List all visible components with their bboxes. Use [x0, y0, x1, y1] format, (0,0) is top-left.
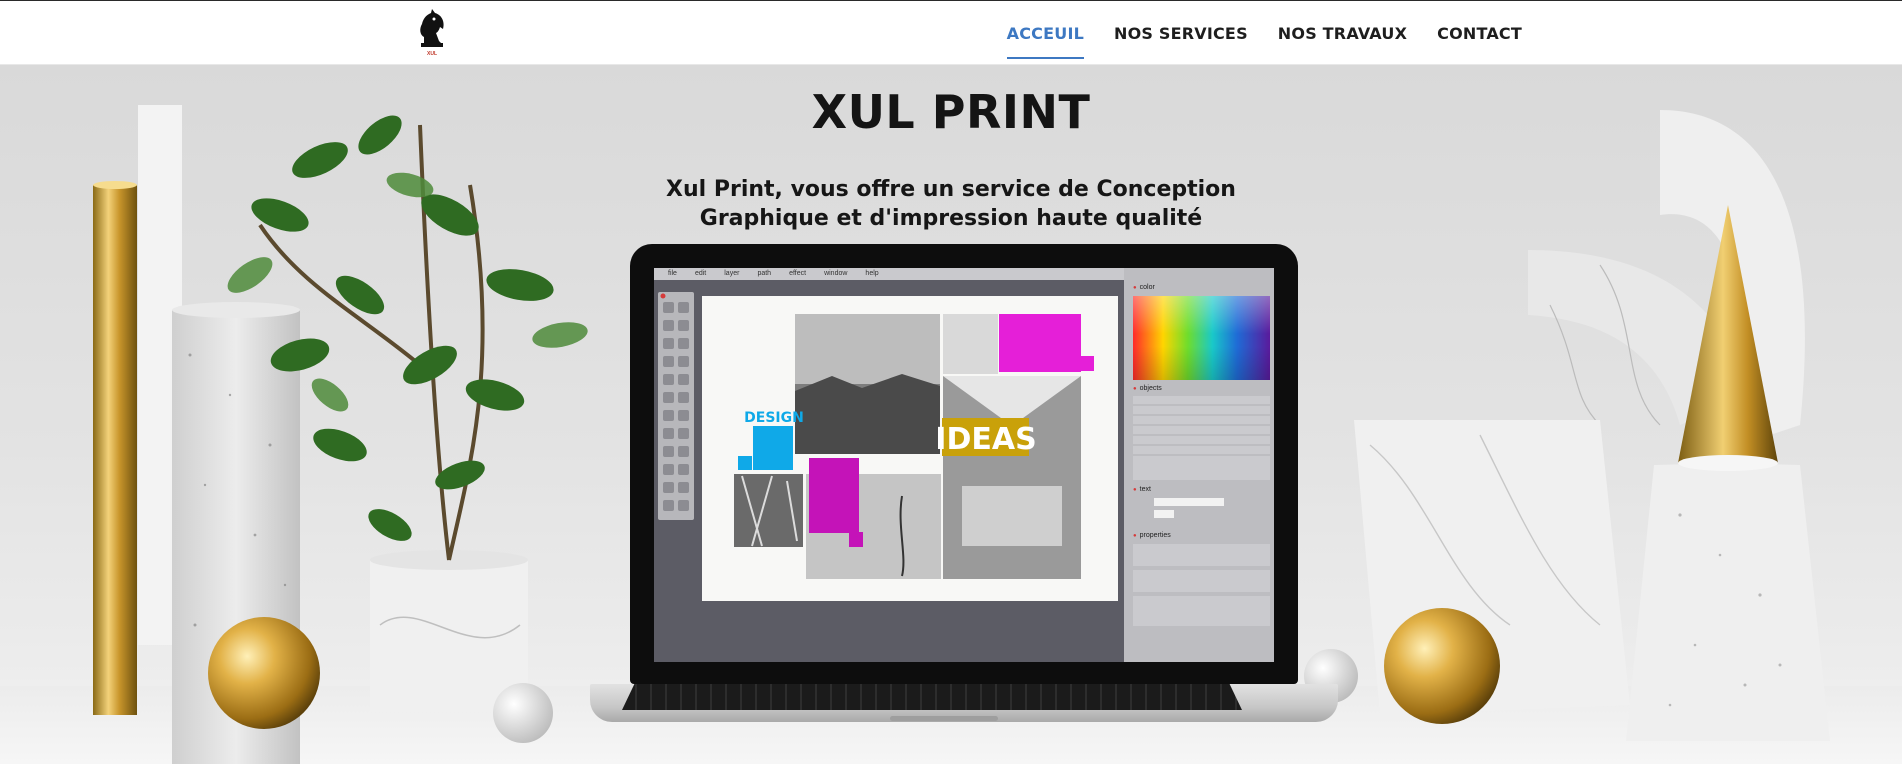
- panel-row: [1133, 416, 1270, 424]
- left-decor-illustration: [93, 105, 588, 764]
- panel-row: [1133, 570, 1270, 592]
- design-canvas: IDEAS DESIGN: [702, 296, 1118, 601]
- nav-link-nos-travaux[interactable]: NOS TRAVAUX: [1278, 20, 1407, 47]
- nav-link-nos-services[interactable]: NOS SERVICES: [1114, 20, 1248, 47]
- svg-text:XUL: XUL: [427, 51, 437, 57]
- collage-artwork: IDEAS DESIGN: [734, 314, 1094, 579]
- panel-row: [1133, 426, 1270, 434]
- hero-subtitle-line-2: Graphique et d'impression haute qualité: [699, 206, 1203, 231]
- menu-file: file: [668, 270, 677, 277]
- hero-subtitle-line-1: Xul Print, vous offre un service de Conc…: [666, 177, 1236, 202]
- nav-link-acceuil[interactable]: ACCEUIL: [1006, 20, 1085, 59]
- main-nav: ACCEUIL NOS SERVICES NOS TRAVAUX CONTACT: [1006, 1, 1522, 65]
- hero-title: XUL PRINT: [811, 85, 1091, 139]
- menu-path: path: [757, 270, 772, 277]
- panel-field: [1154, 510, 1174, 518]
- nav-link-contact[interactable]: CONTACT: [1437, 20, 1522, 47]
- panel-row: [1133, 446, 1270, 454]
- right-decor-illustration: [1304, 110, 1830, 741]
- design-app-toolbox: [658, 292, 694, 520]
- laptop-illustration: file edit layer path effect window help: [590, 244, 1338, 722]
- tool-icons: [660, 293, 689, 511]
- panel-color-heading: color: [1133, 284, 1155, 291]
- panel-row: [1133, 456, 1270, 480]
- laptop-screen: file edit layer path effect window help: [654, 268, 1274, 662]
- knight-logo-icon[interactable]: XUL: [412, 5, 452, 61]
- panel-row: [1133, 396, 1270, 404]
- panel-row: [1133, 544, 1270, 566]
- laptop-notch: [890, 716, 998, 721]
- panel-text-heading: text: [1133, 486, 1151, 493]
- menu-window: window: [824, 270, 848, 277]
- menu-layer: layer: [724, 270, 740, 277]
- design-app-panel: color objects text properties: [1124, 268, 1274, 662]
- ideas-label: IDEAS: [935, 422, 1036, 457]
- design-app-menubar: file edit layer path effect window help: [654, 268, 1124, 280]
- laptop-base: [590, 684, 1338, 722]
- hero-subtitle: Xul Print, vous offre un service de Conc…: [651, 175, 1251, 233]
- laptop-keyboard: [622, 684, 1242, 710]
- menu-edit: edit: [694, 270, 707, 277]
- color-gradient-swatch: [1133, 296, 1270, 380]
- panel-field: [1154, 498, 1224, 506]
- panel-properties-heading: properties: [1133, 532, 1171, 539]
- panel-objects-heading: objects: [1133, 385, 1162, 392]
- panel-row: [1133, 436, 1270, 444]
- panel-row: [1133, 596, 1270, 626]
- menu-help: help: [865, 270, 879, 277]
- menu-effect: effect: [789, 270, 807, 277]
- hero-section: XUL PRINT Xul Print, vous offre un servi…: [0, 65, 1902, 764]
- design-label: DESIGN: [744, 410, 804, 426]
- panel-row: [1133, 406, 1270, 414]
- site-header: XUL ACCEUIL NOS SERVICES NOS TRAVAUX CON…: [0, 0, 1902, 65]
